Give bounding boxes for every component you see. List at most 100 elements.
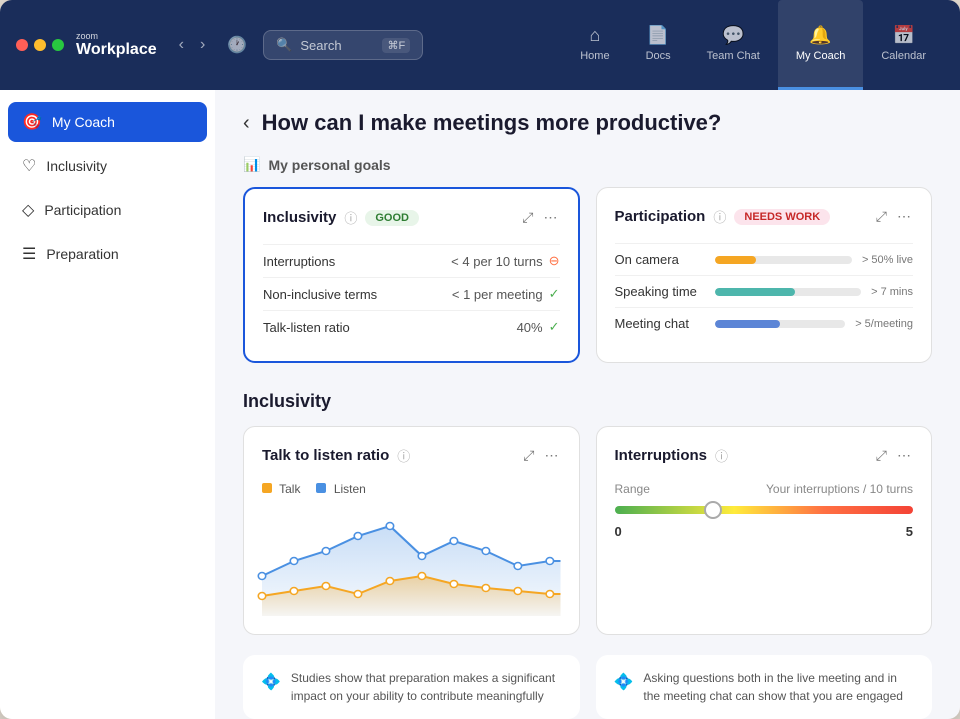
sidebar-item-inclusivity[interactable]: ♡ Inclusivity [8, 146, 207, 186]
speaking-time-target: > 7 mins [871, 286, 913, 298]
history-button[interactable]: 🕐 [223, 31, 251, 59]
interruptions-card-actions: ⤢ ⋯ [874, 445, 913, 466]
sidebar-item-my-coach[interactable]: 🎯 My Coach [8, 102, 207, 142]
chat-icon: 💬 [722, 25, 744, 46]
on-camera-bar [715, 256, 852, 264]
sidebar-item-preparation[interactable]: ☰ Preparation [8, 234, 207, 274]
interruptions-card-info-icon[interactable]: ⓘ [715, 446, 728, 465]
talk-listen-chart-header: Talk to listen ratio ⓘ ⤢ ⋯ [262, 445, 561, 466]
speaking-time-label: Speaking time [615, 284, 705, 299]
talk-listen-chart-title: Talk to listen ratio [262, 447, 389, 464]
slider-thumb[interactable] [704, 501, 722, 519]
title-bar: zoom Workplace ‹ › 🕐 🔍 Search ⌘F ⌂ Home … [0, 0, 960, 90]
speaking-time-bar [715, 288, 862, 296]
talk-legend: Talk [262, 482, 300, 496]
on-camera-fill [715, 256, 756, 264]
sidebar-my-coach-label: My Coach [52, 114, 115, 130]
window-controls [16, 39, 64, 51]
speaking-time-fill [715, 288, 796, 296]
talk-legend-label: Talk [279, 482, 300, 496]
talk-listen-more-button[interactable]: ⋯ [543, 445, 561, 466]
participation-title: Participation [615, 208, 706, 225]
sidebar-item-participation[interactable]: ◇ Participation [8, 190, 207, 230]
close-button[interactable] [16, 39, 28, 51]
nav-docs[interactable]: 📄 Docs [628, 0, 689, 90]
chart-area [262, 506, 561, 616]
talk-listen-chart-card: Talk to listen ratio ⓘ ⤢ ⋯ Talk [243, 426, 580, 635]
inclusivity-badge: GOOD [365, 210, 419, 226]
talk-listen-value: 40% ✓ [517, 319, 560, 335]
range-target-label: Your interruptions / 10 turns [766, 482, 913, 496]
sidebar-preparation-label: Preparation [46, 246, 118, 262]
inclusivity-card-header: Inclusivity ⓘ GOOD ⤢ ⋯ [263, 207, 560, 228]
participation-card: Participation ⓘ NEEDS WORK ⤢ ⋯ On camera [596, 187, 933, 363]
back-button[interactable]: ‹ [243, 112, 250, 135]
forward-arrow[interactable]: › [194, 32, 211, 58]
info-card-1-text: Studies show that preparation makes a si… [291, 669, 562, 705]
calendar-icon: 📅 [892, 25, 914, 46]
search-text: Search [300, 38, 341, 53]
talk-listen-expand-button[interactable]: ⤢ [521, 445, 536, 466]
interruptions-label: Interruptions [263, 254, 335, 269]
interruptions-card-header: Interruptions ⓘ ⤢ ⋯ [615, 445, 914, 466]
nav-team-chat-label: Team Chat [707, 50, 760, 62]
inclusivity-more-button[interactable]: ⋯ [542, 207, 560, 228]
back-arrow[interactable]: ‹ [173, 32, 190, 58]
listen-legend-dot [316, 483, 326, 493]
content-area: ‹ How can I make meetings more productiv… [215, 90, 960, 719]
participation-more-button[interactable]: ⋯ [895, 206, 913, 227]
inclusivity-card: Inclusivity ⓘ GOOD ⤢ ⋯ Interruptions < 4… [243, 187, 580, 363]
range-labels: Range Your interruptions / 10 turns [615, 482, 914, 496]
talk-legend-dot [262, 483, 272, 493]
nav-team-chat[interactable]: 💬 Team Chat [689, 0, 778, 90]
chart-legend: Talk Listen [262, 482, 561, 496]
docs-icon: 📄 [647, 25, 669, 46]
goals-section-label: 📊 My personal goals [243, 156, 932, 173]
participation-info-icon[interactable]: ⓘ [713, 207, 726, 226]
my-coach-icon: 🎯 [22, 112, 42, 132]
nav-arrows: ‹ › [173, 32, 212, 58]
participation-badge: NEEDS WORK [734, 209, 830, 225]
info-card-2: 💠 Asking questions both in the live meet… [596, 655, 933, 719]
participation-expand-button[interactable]: ⤢ [874, 206, 889, 227]
nav-calendar-label: Calendar [881, 50, 926, 62]
inclusivity-title: Inclusivity [263, 209, 336, 226]
talk-listen-label: Talk-listen ratio [263, 320, 350, 335]
inclusivity-info-icon[interactable]: ⓘ [344, 208, 357, 227]
zoom-label: zoom [76, 31, 157, 41]
nav-items: ⌂ Home 📄 Docs 💬 Team Chat 🔔 My Coach 📅 C… [562, 0, 944, 90]
interruptions-value: < 4 per 10 turns ⊖ [451, 253, 559, 269]
preparation-icon: ☰ [22, 244, 36, 264]
nav-home[interactable]: ⌂ Home [562, 0, 627, 90]
talk-listen-row: Talk-listen ratio 40% ✓ [263, 310, 560, 343]
talk-listen-chart-actions: ⤢ ⋯ [521, 445, 560, 466]
participation-card-actions: ⤢ ⋯ [874, 206, 913, 227]
participation-icon: ◇ [22, 200, 34, 220]
listen-legend: Listen [316, 482, 365, 496]
on-camera-row: On camera > 50% live [615, 243, 914, 275]
goals-icon: 📊 [243, 156, 260, 173]
meeting-chat-label: Meeting chat [615, 316, 705, 331]
non-inclusive-row: Non-inclusive terms < 1 per meeting ✓ [263, 277, 560, 310]
talk-listen-info-icon[interactable]: ⓘ [397, 446, 410, 465]
range-numbers: 0 5 [615, 524, 914, 539]
participation-metrics: On camera > 50% live Speaking time > 7 [615, 243, 914, 339]
search-icon: 🔍 [276, 37, 292, 53]
info-card-1-icon: 💠 [261, 671, 281, 695]
sidebar-inclusivity-label: Inclusivity [46, 158, 107, 174]
minimize-button[interactable] [34, 39, 46, 51]
maximize-button[interactable] [52, 39, 64, 51]
search-bar[interactable]: 🔍 Search ⌘F [263, 30, 423, 60]
nav-my-coach[interactable]: 🔔 My Coach [778, 0, 864, 90]
interruptions-more-button[interactable]: ⋯ [895, 445, 913, 466]
meeting-chat-fill [715, 320, 780, 328]
non-inclusive-status-icon: ✓ [549, 286, 560, 302]
nav-calendar[interactable]: 📅 Calendar [863, 0, 944, 90]
interruptions-expand-button[interactable]: ⤢ [874, 445, 889, 466]
inclusivity-expand-button[interactable]: ⤢ [520, 207, 535, 228]
nav-docs-label: Docs [646, 50, 671, 62]
sidebar: 🎯 My Coach ♡ Inclusivity ◇ Participation… [0, 90, 215, 719]
home-icon: ⌂ [589, 25, 600, 46]
non-inclusive-value: < 1 per meeting ✓ [452, 286, 560, 302]
info-card-2-icon: 💠 [614, 671, 634, 695]
